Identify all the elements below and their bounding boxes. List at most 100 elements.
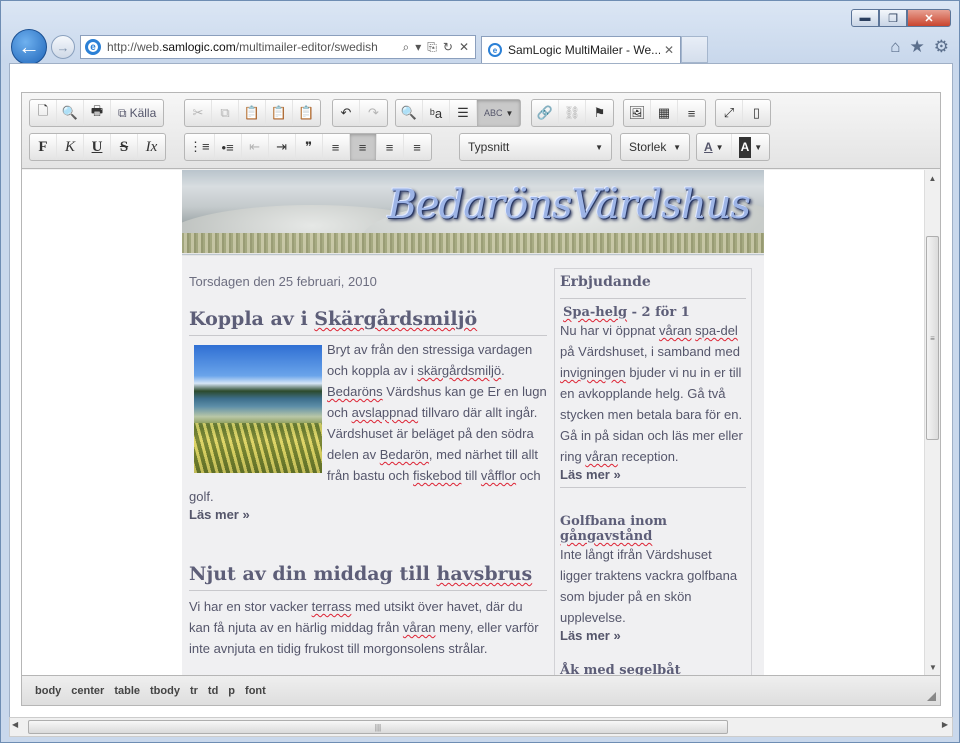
path-item[interactable]: body	[30, 685, 66, 697]
print-icon[interactable]: 🖶	[84, 100, 111, 126]
table-icon[interactable]: ▦	[651, 100, 678, 126]
source-button[interactable]: ⧉ Källa	[111, 100, 163, 126]
archipelago-photo	[194, 345, 322, 473]
path-item[interactable]: table	[109, 685, 145, 697]
ie-icon: e	[85, 39, 101, 55]
text-color-button[interactable]: A ▼	[697, 134, 732, 160]
paste-icon[interactable]: 📋	[239, 100, 266, 126]
new-tab-button[interactable]	[681, 36, 708, 63]
scroll-thumb[interactable]: ≡	[926, 236, 939, 440]
read-more-link[interactable]: Läs mer »	[182, 507, 554, 522]
align-center-icon[interactable]: ≡	[349, 134, 377, 160]
cut-icon[interactable]: ✂	[185, 100, 212, 126]
window-controls: ▬ ❐ ✕	[851, 9, 951, 27]
blockquote-icon[interactable]: ❞	[296, 134, 323, 160]
bg-color-button[interactable]: A ▼	[732, 134, 770, 160]
unlink-icon[interactable]: ⛓	[559, 100, 586, 126]
outdent-icon[interactable]: ⇤	[242, 134, 269, 160]
offer-text: Inte långt ifrån Värdshuset ligger trakt…	[560, 547, 738, 625]
favorites-icon[interactable]: ★	[910, 37, 925, 57]
new-page-icon[interactable]: 🗋	[30, 100, 57, 126]
paste-text-icon[interactable]: 📋	[266, 100, 293, 126]
path-item[interactable]: font	[240, 685, 271, 697]
editor-content[interactable]: BedarönsVärdshus Torsdagen den 25 februa…	[22, 170, 924, 675]
font-family-select[interactable]: Typsnitt ▼	[459, 133, 612, 161]
path-item[interactable]: td	[203, 685, 223, 697]
preview-icon[interactable]: 🔍	[57, 100, 84, 126]
link-icon[interactable]: 🔗	[532, 100, 559, 126]
bold-button[interactable]: F	[30, 134, 57, 160]
align-right-icon[interactable]: ≡	[377, 134, 404, 160]
indent-icon[interactable]: ⇥	[269, 134, 296, 160]
spellcheck-button[interactable]: ABC ▼	[477, 100, 521, 126]
underline-button[interactable]: U	[84, 134, 111, 160]
offer-title: Åk med segelbåt	[560, 663, 681, 675]
refresh-icon[interactable]: ↻	[443, 40, 453, 55]
page-horizontal-scrollbar[interactable]: ◀ ||| ▶	[9, 717, 953, 737]
numbered-list-icon[interactable]: ⋮≡	[185, 134, 215, 160]
undo-icon[interactable]: ↶	[333, 100, 360, 126]
back-button[interactable]: ←	[11, 29, 47, 65]
article-body: Bryt av från den stressiga vardagen och …	[189, 342, 547, 504]
maximize-editor-icon[interactable]: ⤢	[716, 100, 743, 126]
editor-vertical-scrollbar[interactable]: ▲ ≡ ▼	[924, 170, 940, 675]
document-group: 🗋 🔍 🖶 ⧉ Källa	[29, 99, 165, 127]
minimize-button[interactable]: ▬	[851, 9, 879, 27]
home-icon[interactable]: ⌂	[890, 37, 900, 57]
read-more-link[interactable]: Läs mer »	[560, 467, 746, 482]
scroll-thumb[interactable]: |||	[28, 720, 728, 734]
find-icon[interactable]: 🔍	[396, 100, 423, 126]
url-text[interactable]: http://web.samlogic.com/multimailer-edit…	[107, 40, 403, 54]
compat-view-icon[interactable]: ⎘	[427, 40, 437, 55]
find-group: 🔍 ᵇa ☰ ABC ▼	[395, 99, 522, 127]
image-icon[interactable]: 🖼	[624, 100, 651, 126]
scroll-right-icon[interactable]: ▶	[942, 720, 948, 729]
path-item[interactable]: tr	[185, 685, 203, 697]
article-body: Vi har en stor vacker terrass med utsikt…	[189, 599, 539, 656]
path-item[interactable]: p	[223, 685, 240, 697]
editor-toolbar: 🗋 🔍 🖶 ⧉ Källa ✂ ⧉ 📋 📋 📋 ↶ ↷ 🔍 ᵇa ☰ ABC ▼…	[22, 93, 940, 169]
brand-logo: BedarönsVärdshus	[387, 182, 751, 228]
main-column: Torsdagen den 25 februari, 2010 Koppla a…	[182, 268, 554, 659]
tab-samlogic[interactable]: e SamLogic MultiMailer - We... ✕	[481, 36, 681, 63]
redo-icon[interactable]: ↷	[360, 100, 387, 126]
maximize-button[interactable]: ❐	[879, 9, 907, 27]
read-more-link[interactable]: Läs mer »	[560, 628, 746, 643]
anchor-flag-icon[interactable]: ⚑	[586, 100, 613, 126]
stop-icon[interactable]: ✕	[459, 40, 469, 55]
copy-icon[interactable]: ⧉	[212, 100, 239, 126]
settings-gear-icon[interactable]: ⚙	[934, 37, 949, 57]
paste-word-icon[interactable]: 📋	[293, 100, 320, 126]
element-path-bar: body center table tbody tr td p font	[22, 675, 940, 705]
search-icon[interactable]: ⌕	[403, 40, 410, 55]
tab-close-icon[interactable]: ✕	[664, 43, 674, 57]
align-left-icon[interactable]: ≡	[323, 134, 350, 160]
path-item[interactable]: tbody	[145, 685, 185, 697]
font-size-select[interactable]: Storlek ▼	[620, 133, 690, 161]
article-title: Koppla av i Skärgårdsmiljö	[189, 308, 478, 330]
view-group: ⤢ ▯	[715, 99, 771, 127]
bulleted-list-icon[interactable]: •≡	[215, 134, 242, 160]
bg-color-icon: A	[738, 136, 752, 158]
insert-group: 🖼 ▦ ≡	[623, 99, 706, 127]
justify-icon[interactable]: ≡	[404, 134, 431, 160]
scroll-left-icon[interactable]: ◀	[12, 720, 18, 729]
select-all-icon[interactable]: ☰	[450, 100, 477, 126]
scroll-down-icon[interactable]: ▼	[925, 659, 941, 675]
show-blocks-icon[interactable]: ▯	[743, 100, 770, 126]
address-bar[interactable]: e http://web.samlogic.com/multimailer-ed…	[80, 35, 476, 59]
scroll-up-icon[interactable]: ▲	[925, 170, 940, 186]
strikethrough-button[interactable]: S	[111, 134, 138, 160]
close-window-button[interactable]: ✕	[907, 9, 951, 27]
replace-icon[interactable]: ᵇa	[423, 100, 450, 126]
resize-grip-icon[interactable]	[927, 692, 936, 701]
italic-button[interactable]: K	[57, 134, 84, 160]
horizontal-rule-icon[interactable]: ≡	[678, 100, 705, 126]
page-viewport: 🗋 🔍 🖶 ⧉ Källa ✂ ⧉ 📋 📋 📋 ↶ ↷ 🔍 ᵇa ☰ ABC ▼…	[9, 63, 953, 723]
remove-format-icon[interactable]: Ix	[138, 134, 165, 160]
forward-button[interactable]: →	[51, 35, 75, 59]
dropdown-icon[interactable]: ▾	[415, 40, 421, 55]
article-title: Njut av din middag till havsbrus	[189, 563, 533, 585]
browser-window: ▬ ❐ ✕ ← → e http://web.samlogic.com/mult…	[0, 0, 960, 743]
path-item[interactable]: center	[66, 685, 109, 697]
